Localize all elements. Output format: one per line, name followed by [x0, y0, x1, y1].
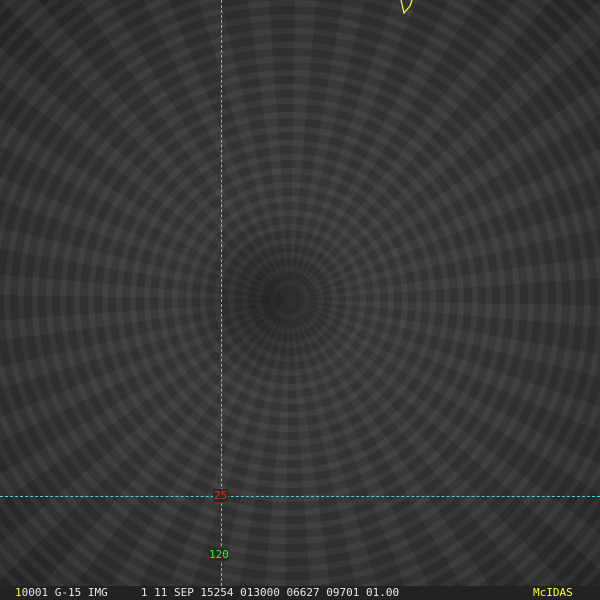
- latitude-label: 25: [213, 489, 229, 502]
- longitude-label: 120: [209, 548, 229, 561]
- latitude-gridline: [0, 496, 600, 497]
- satellite-image: [0, 0, 600, 586]
- image-info: 0001 G-15 IMG 1 11 SEP 15254 013000 0662…: [21, 586, 400, 599]
- satellite-viewer: 25 120 10001 G-15 IMG 1 11 SEP 15254 013…: [0, 0, 600, 600]
- coastline-outline: [400, 0, 413, 15]
- frame-number: 1: [15, 586, 22, 599]
- brand-label: McIDAS: [533, 586, 573, 599]
- status-bar: 10001 G-15 IMG 1 11 SEP 15254 013000 066…: [0, 586, 600, 600]
